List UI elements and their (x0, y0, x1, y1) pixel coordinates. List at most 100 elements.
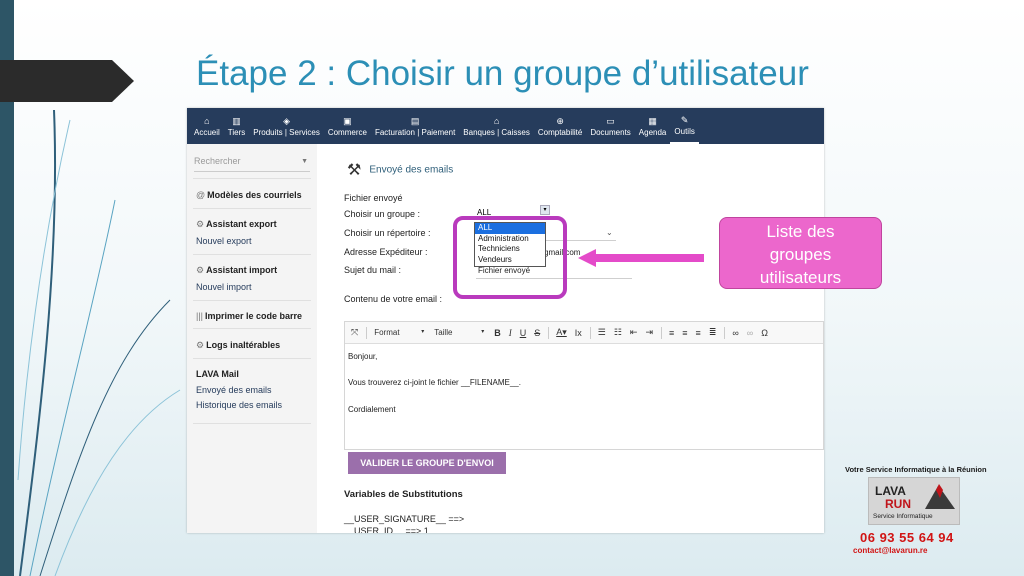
divider (193, 358, 311, 359)
title-arrow-tab (0, 60, 134, 102)
building-icon: ▥ (232, 115, 241, 126)
gears-icon: ⚙ (196, 219, 205, 229)
bold-icon[interactable]: B (494, 328, 501, 338)
nav-outils[interactable]: ✎ Outils (670, 108, 699, 144)
toolbar-separator (548, 326, 550, 339)
sidebar-link-nouvel-export[interactable]: Nouvel export (196, 236, 308, 246)
divider (193, 178, 311, 179)
nav-accueil[interactable]: ⌂ Accueil (190, 108, 224, 144)
nav-facturation-paiement[interactable]: ▤ Facturation | Paiement (371, 108, 459, 144)
text-color-icon[interactable]: A▾ (556, 327, 567, 338)
justify-icon[interactable]: ≣ (709, 327, 717, 338)
link-icon[interactable]: ∞ (732, 328, 738, 338)
strikethrough-icon[interactable]: S (534, 328, 540, 338)
indent-icon[interactable]: ⇥ (645, 327, 653, 338)
sidebar-link-nouvel-import[interactable]: Nouvel import (196, 282, 308, 292)
editor-toolbar: ⤧ Format ▾ Taille ▾ B I U S A▾ Ix ☰ ☷ ⇤ … (345, 322, 823, 344)
variable-user-id: __USER_ID__ ==> 1 (344, 526, 429, 533)
volcano-icon (925, 484, 955, 509)
sidebar-head-import[interactable]: ⚙ Assistant import (196, 265, 308, 276)
italic-icon[interactable]: I (509, 328, 512, 338)
repertoire-label: Choisir un répertoire : (344, 228, 431, 238)
cube-icon: ◈ (283, 115, 291, 126)
divider (193, 208, 311, 209)
toolbar-separator (366, 326, 368, 339)
sidebar-section-lava-mail: LAVA Mail Envoyé des emails Historique d… (196, 369, 308, 410)
toolbar-separator (661, 326, 663, 339)
chevron-down-icon: ▼ (301, 158, 308, 165)
substitution-variables-title: Variables de Substitutions (344, 489, 463, 500)
align-left-icon[interactable]: ≡ (669, 328, 674, 338)
nav-commerce[interactable]: ▣ Commerce (324, 108, 371, 144)
expediteur-label: Adresse Expéditeur : (344, 247, 428, 257)
divider (193, 423, 311, 424)
variable-user-signature: __USER_SIGNATURE__ ==> (344, 514, 465, 524)
size-dropdown[interactable]: Taille ▾ (434, 328, 484, 337)
divider (193, 328, 311, 329)
toolbar-separator (724, 326, 726, 339)
clear-format-icon[interactable]: Ix (575, 328, 582, 338)
briefcase-icon: ▣ (343, 115, 352, 126)
lavarun-logo: LAVA RUN Service Informatique (868, 477, 960, 525)
numbered-list-icon[interactable]: ☰ (598, 327, 606, 338)
nav-banques-caisses[interactable]: ⌂ Banques | Caisses (459, 108, 534, 144)
chevron-down-icon: ▾ (481, 329, 485, 335)
callout-arrow-icon (578, 249, 704, 267)
bullet-list-icon[interactable]: ☷ (614, 327, 622, 338)
magnifier-icon: ⊕ (556, 115, 564, 126)
divider (193, 254, 311, 255)
outdent-icon[interactable]: ⇤ (630, 327, 638, 338)
calendar-icon: ▦ (648, 115, 657, 126)
sidebar-search-select[interactable]: Rechercher ▼ (194, 156, 310, 172)
gears-icon: ⚙ (196, 340, 205, 350)
highlight-frame (453, 216, 567, 299)
sidebar-head-export[interactable]: ⚙ Assistant export (196, 219, 308, 230)
wrench-icon: ✎ (680, 114, 689, 125)
nav-comptabilite[interactable]: ⊕ Comptabilité (534, 108, 586, 144)
nav-produits-services[interactable]: ◈ Produits | Services (249, 108, 324, 144)
tools-icon: ⚒ (347, 162, 362, 179)
underline-icon[interactable]: U (520, 328, 527, 338)
bank-icon: ⌂ (493, 115, 500, 126)
home-icon: ⌂ (204, 115, 210, 126)
sidebar-head-lava-mail[interactable]: LAVA Mail (196, 369, 308, 379)
editor-line-closing: Cordialement (348, 405, 396, 414)
slide-title: Étape 2 : Choisir un groupe d’utilisateu… (196, 54, 809, 93)
repertoire-select-chevron-icon[interactable]: ⌄ (606, 228, 613, 237)
brand-phone: 06 93 55 64 94 (860, 530, 954, 545)
groupe-label: Choisir un groupe : (344, 209, 421, 219)
folder-icon: ▭ (606, 115, 615, 126)
sidebar-link-historique-emails[interactable]: Historique des emails (196, 400, 308, 410)
sidebar-section-export: ⚙ Assistant export Nouvel export (196, 219, 308, 246)
sidebar-section-modeles: @ Modèles des courriels (196, 190, 308, 200)
sidebar-link-envoye-emails[interactable]: Envoyé des emails (196, 385, 308, 395)
sidebar-head-modeles[interactable]: @ Modèles des courriels (196, 190, 308, 200)
dropdown-arrow-icon: ▾ (540, 205, 550, 215)
sidebar-head-barcode[interactable]: ||| Imprimer le code barre (196, 311, 308, 321)
align-right-icon[interactable]: ≡ (696, 328, 701, 338)
special-char-icon[interactable]: Ω (761, 328, 768, 338)
email-editor[interactable]: ⤧ Format ▾ Taille ▾ B I U S A▾ Ix ☰ ☷ ⇤ … (344, 321, 824, 450)
divider (193, 300, 311, 301)
sidebar-section-import: ⚙ Assistant import Nouvel import (196, 265, 308, 292)
sidebar: Rechercher ▼ @ Modèles des courriels ⚙ Ass… (187, 144, 317, 533)
nav-documents[interactable]: ▭ Documents (586, 108, 634, 144)
editor-line-body: Vous trouverez ci-joint le fichier __FIL… (348, 378, 521, 387)
editor-line-greeting: Bonjour, (348, 352, 378, 361)
top-navigation: ⌂ Accueil ▥ Tiers ◈ Produits | Services ▣ Co… (187, 108, 824, 144)
brand-tagline: Votre Service Informatique à la Réunion (845, 465, 987, 474)
nav-agenda[interactable]: ▦ Agenda (635, 108, 671, 144)
validate-group-button[interactable]: VALIDER LE GROUPE D'ENVOI (348, 452, 506, 474)
maximize-icon[interactable]: ⤧ (351, 327, 358, 338)
callout-box: Liste des groupes utilisateurs (719, 217, 882, 289)
sidebar-head-logs[interactable]: ⚙ Logs inaltérables (196, 340, 308, 351)
unlink-icon[interactable]: ∞ (747, 328, 753, 338)
invoice-icon: ▤ (410, 115, 420, 126)
gears-icon: ⚙ (196, 265, 205, 275)
align-center-icon[interactable]: ≡ (682, 328, 687, 338)
toolbar-separator (589, 326, 591, 339)
fichier-label: Fichier envoyé (344, 193, 403, 203)
brand-email[interactable]: contact@lavarun.re (853, 546, 928, 555)
format-dropdown[interactable]: Format ▾ (374, 328, 424, 337)
nav-tiers[interactable]: ▥ Tiers (224, 108, 249, 144)
